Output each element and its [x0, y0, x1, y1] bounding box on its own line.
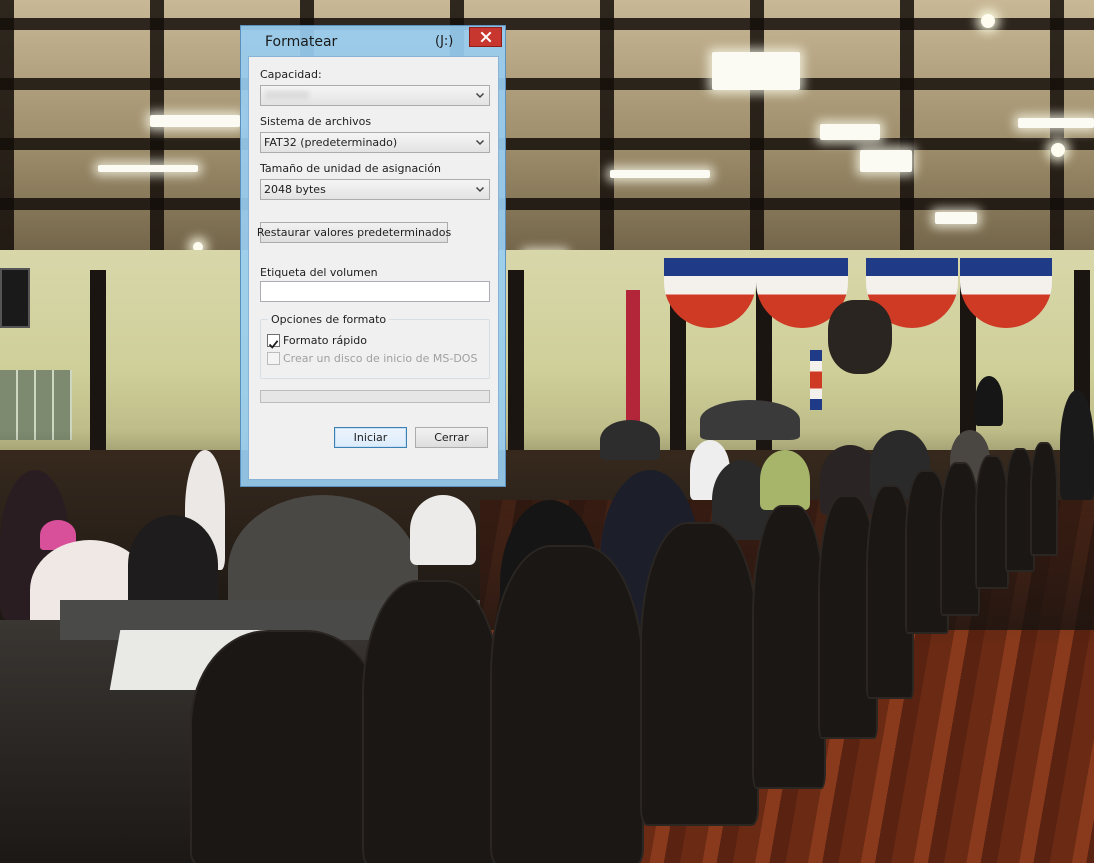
dialog-client-area: Capacidad: Sistema de archivos FAT32 (pr… [248, 56, 499, 480]
filesystem-value: FAT32 (predeterminado) [264, 136, 398, 149]
person [760, 450, 810, 510]
quick-format-label: Formato rápido [283, 334, 368, 347]
person [600, 420, 660, 460]
restore-defaults-button[interactable]: Restaurar valores predeterminados [257, 222, 451, 243]
capacity-select[interactable] [260, 85, 490, 106]
chevron-down-icon [475, 186, 485, 193]
person [975, 376, 1003, 426]
close-window-button[interactable] [469, 27, 502, 47]
quick-format-checkbox[interactable] [267, 334, 280, 349]
chair [752, 505, 826, 789]
desktop-background-photo [0, 0, 1094, 863]
ceiling-spotlight [981, 14, 995, 28]
ceiling-light [150, 115, 240, 127]
flag [810, 350, 822, 410]
ceiling-light [712, 52, 800, 90]
allocation-label: Tamaño de unidad de asignación [260, 162, 442, 175]
blurred-capacity [265, 91, 309, 100]
format-options-group [260, 319, 490, 379]
capacity-label: Capacidad: [260, 68, 322, 81]
filesystem-select[interactable]: FAT32 (predeterminado) [260, 132, 490, 153]
pillar [90, 270, 106, 450]
format-progress-bar [260, 390, 490, 403]
person [410, 495, 476, 565]
wall-monitor [0, 268, 30, 328]
msdos-boot-label: Crear un disco de inicio de MS-DOS [283, 352, 478, 365]
chair [190, 630, 384, 863]
ceiling-light [610, 170, 710, 178]
volume-label-label: Etiqueta del volumen [260, 266, 378, 279]
person [700, 400, 800, 440]
chair [940, 462, 980, 616]
format-options-title: Opciones de formato [268, 313, 390, 326]
allocation-value: 2048 bytes [264, 183, 326, 196]
person [1060, 390, 1094, 500]
chevron-down-icon [475, 139, 485, 146]
dialog-title: Formatear [265, 34, 338, 50]
curtain [626, 290, 640, 430]
coat-of-arms [828, 300, 892, 374]
ceiling-spotlight [1051, 143, 1065, 157]
drive-letter: (J:) [435, 34, 454, 49]
chair [1030, 442, 1058, 556]
pillar [508, 270, 524, 450]
msdos-boot-checkbox[interactable] [267, 352, 280, 365]
chair [362, 580, 501, 863]
close-icon [480, 31, 491, 43]
filesystem-label: Sistema de archivos [260, 115, 372, 128]
checkmark-icon [268, 340, 279, 349]
close-button[interactable]: Cerrar [415, 427, 488, 448]
chair [490, 545, 644, 863]
ceiling-light [860, 150, 912, 172]
ceiling-light [935, 212, 977, 224]
start-button[interactable]: Iniciar [334, 427, 407, 448]
volume-label-input[interactable] [260, 281, 490, 302]
chair [640, 522, 759, 826]
allocation-select[interactable]: 2048 bytes [260, 179, 490, 200]
chair [975, 455, 1009, 589]
ceiling-light [1018, 118, 1094, 128]
chevron-down-icon [475, 92, 485, 99]
ceiling-light [98, 165, 198, 172]
format-dialog: Formatear (J:) Capacidad: Sistema de arc… [240, 25, 506, 487]
ceiling [0, 0, 1094, 270]
ceiling-light [820, 124, 880, 140]
